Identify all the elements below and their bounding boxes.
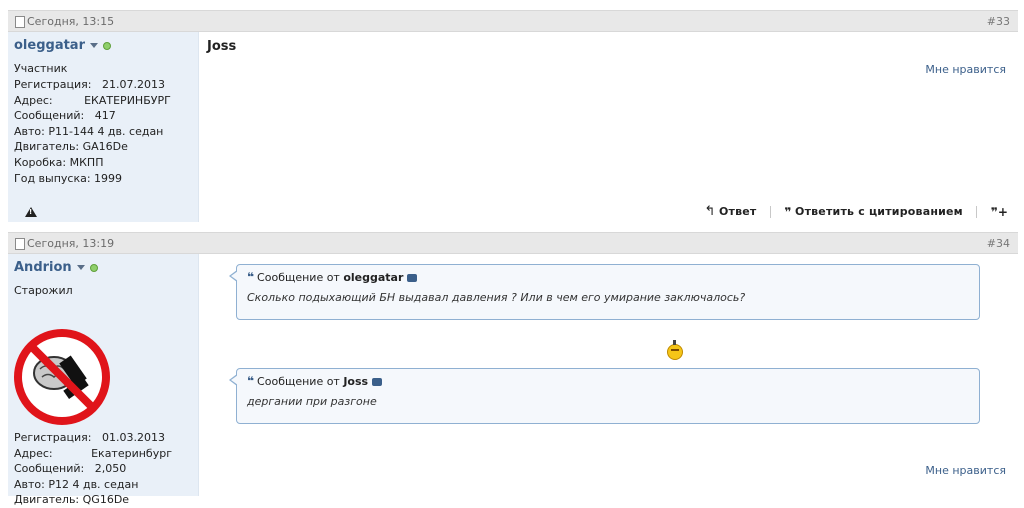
quote-text: Сколько подыхающий БН выдавал давления ?…	[247, 291, 746, 304]
user-info-engine: Двигатель: GA16De	[14, 140, 128, 154]
username-link[interactable]: oleggatar	[14, 38, 111, 53]
user-info-year: Год выпуска: 1999	[14, 171, 123, 185]
post-number-link[interactable]: #34	[987, 237, 1010, 250]
online-status-icon	[89, 263, 98, 272]
quote-icon: ❝	[247, 374, 255, 388]
post-header: Сегодня, 13:19 #34	[8, 232, 1018, 254]
like-button[interactable]: Мне нравится	[925, 464, 1006, 477]
username-text[interactable]: Andrion	[14, 260, 72, 275]
post-message: Joss	[207, 39, 237, 54]
like-button[interactable]: Мне нравится	[925, 63, 1006, 76]
quote-text: дергании при разгоне	[247, 395, 377, 408]
multi-quote-icon[interactable]: ❞+	[991, 205, 1008, 219]
user-info-car: Авто: P11-144 4 дв. седан	[14, 124, 164, 138]
avatar[interactable]	[14, 329, 110, 425]
smiley-icon	[667, 340, 683, 360]
username-text[interactable]: oleggatar	[14, 38, 85, 53]
reply-icon[interactable]: ↰	[705, 204, 716, 219]
user-info-car: Авто: P12 4 дв. седан	[14, 477, 139, 491]
username-link[interactable]: Andrion	[14, 260, 98, 275]
post-date: Сегодня, 13:19	[27, 237, 115, 250]
chevron-down-icon[interactable]	[90, 43, 98, 48]
user-info-gearbox: Коробка: МКПП	[14, 156, 104, 169]
reply-with-quote-button[interactable]: Ответить с цитированием	[795, 205, 963, 218]
post-number-link[interactable]: #33	[987, 15, 1010, 28]
quote-author: oleggatar	[343, 271, 404, 284]
separator	[769, 205, 771, 218]
quote-author: Joss	[343, 375, 369, 388]
quote-block: ❝ Сообщение от oleggatar Сколько подыхающ…	[229, 264, 980, 320]
view-post-icon[interactable]	[372, 378, 383, 386]
user-info-registration: Регистрация: 21.07.2013	[14, 78, 165, 91]
user-info-posts: Сообщений: 417	[14, 109, 116, 123]
quote-block: ❝ Сообщение от Joss дергании при разгоне	[229, 368, 980, 424]
chevron-down-icon[interactable]	[76, 265, 85, 270]
quote-prefix: Сообщение от	[257, 271, 340, 284]
post-date: Сегодня, 13:15	[27, 15, 115, 28]
reply-button[interactable]: Ответ	[719, 205, 757, 218]
user-info-registration: Регистрация: 01.03.2013	[14, 431, 165, 444]
user-info-address: Адрес: ЕКАТЕРИНБУРГ	[14, 93, 171, 107]
report-warning-icon[interactable]	[25, 207, 37, 217]
user-info-engine: Двигатель: QG16De	[14, 493, 130, 507]
online-status-icon	[103, 41, 111, 50]
user-info-address: Адрес: Екатеринбург	[14, 446, 172, 460]
post-content: Joss Мне нравится ↰ Ответ ❞ Ответить с ц…	[198, 32, 1018, 222]
user-sidebar: Andrion Старожил Регистрация: 01.03.2013…	[8, 254, 198, 506]
separator	[976, 205, 978, 218]
post-actions: ↰ Ответ ❞ Ответить с цитированием ❞+	[705, 204, 1008, 219]
post-header: Сегодня, 13:15 #33	[8, 10, 1018, 32]
post-33: Сегодня, 13:15 #33 oleggatar Участник Ре…	[8, 10, 1018, 222]
user-sidebar: oleggatar Участник Регистрация: 21.07.20…	[8, 32, 198, 222]
quote-header: ❝ Сообщение от oleggatar	[247, 270, 418, 284]
quote-prefix: Сообщение от	[257, 375, 340, 388]
user-title: Участник	[14, 62, 68, 75]
document-icon	[15, 238, 25, 250]
view-post-icon[interactable]	[407, 274, 418, 282]
document-icon	[15, 16, 25, 28]
user-title: Старожил	[14, 284, 73, 297]
quote-icon[interactable]: ❞	[784, 205, 791, 219]
post-content: ❝ Сообщение от oleggatar Сколько подыхающ…	[198, 254, 1018, 496]
post-34: Сегодня, 13:19 #34 Andrion Старожил Реги…	[8, 232, 1018, 506]
user-info-posts: Сообщений: 2,050	[14, 462, 127, 476]
quote-header: ❝ Сообщение от Joss	[247, 374, 383, 388]
quote-icon: ❝	[247, 270, 255, 284]
